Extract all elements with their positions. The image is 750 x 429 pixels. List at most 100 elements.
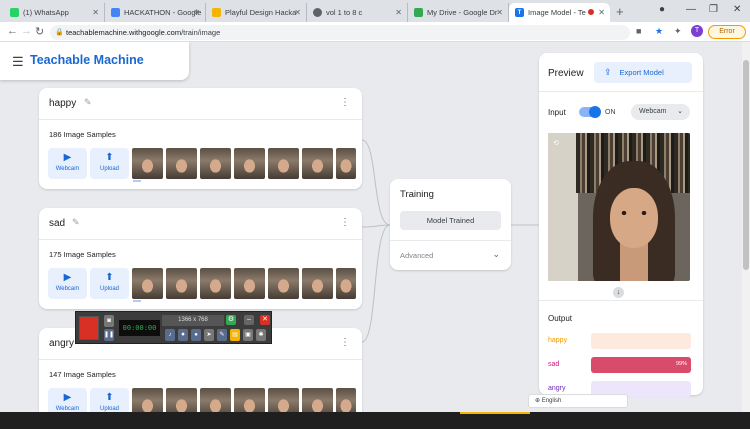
sample-thumbnail[interactable] bbox=[200, 388, 231, 412]
account-circle-icon[interactable]: ● bbox=[659, 4, 665, 15]
sample-thumbnail[interactable] bbox=[302, 148, 333, 179]
lock-icon[interactable]: ▣ bbox=[243, 329, 253, 341]
upload-icon: ⬆ bbox=[105, 272, 114, 283]
sample-thumbnail[interactable] bbox=[166, 268, 197, 299]
sample-thumbnail[interactable] bbox=[268, 148, 299, 179]
minimize-icon[interactable]: – bbox=[244, 315, 254, 325]
pencil-icon[interactable]: ✎ bbox=[84, 97, 92, 108]
export-model-button[interactable]: ⇪ Export Model bbox=[594, 62, 692, 83]
sample-thumbnail[interactable] bbox=[200, 148, 231, 179]
webcam-button[interactable]: ▶ Webcam bbox=[48, 148, 87, 179]
cursor-icon[interactable]: ➤ bbox=[204, 329, 214, 341]
class-name[interactable]: angry bbox=[49, 338, 74, 349]
sample-thumbnail[interactable] bbox=[268, 388, 299, 412]
sample-thumbnail[interactable] bbox=[166, 148, 197, 179]
extensions-icon[interactable]: ✦ bbox=[674, 26, 682, 37]
profile-avatar[interactable]: T bbox=[691, 25, 703, 37]
error-button[interactable]: Error bbox=[708, 25, 746, 39]
pencil-icon[interactable]: ✎ bbox=[72, 217, 80, 228]
camera-select-value: Webcam bbox=[639, 108, 667, 115]
input-toggle[interactable] bbox=[579, 106, 601, 118]
draw-icon[interactable]: ✎ bbox=[217, 329, 227, 341]
tab-whatsapp[interactable]: (1) WhatsApp ✕ bbox=[4, 3, 105, 22]
tab-vol[interactable]: vol 1 to 8 c ✕ bbox=[307, 3, 408, 22]
advanced-toggle[interactable]: Advanced bbox=[400, 251, 433, 260]
class-name[interactable]: happy bbox=[49, 98, 76, 109]
microphone-icon[interactable]: ⏺ bbox=[178, 329, 188, 341]
sample-thumbnail[interactable] bbox=[166, 388, 197, 412]
camera-select[interactable]: Webcam ⌄ bbox=[631, 104, 690, 120]
toggle-state: ON bbox=[605, 109, 616, 116]
sample-thumbnail[interactable] bbox=[336, 388, 356, 412]
sample-thumbnail[interactable] bbox=[336, 268, 356, 299]
more-vert-icon[interactable]: ⋮ bbox=[340, 337, 350, 348]
sample-thumbnail[interactable] bbox=[234, 388, 265, 412]
menu-icon[interactable]: ☰ bbox=[12, 54, 24, 70]
tab-playful-design[interactable]: Playful Design Hacka ✕ bbox=[206, 3, 307, 22]
sample-thumbnail[interactable] bbox=[234, 148, 265, 179]
webcam-button[interactable]: ▶ Webcam bbox=[48, 268, 87, 299]
sample-thumbnail[interactable] bbox=[132, 388, 163, 412]
webcam-button[interactable]: ▶ Webcam bbox=[48, 388, 87, 412]
reload-icon[interactable]: ↻ bbox=[35, 25, 44, 38]
close-window-icon[interactable]: ✕ bbox=[733, 4, 741, 15]
upload-button[interactable]: ⬆ Upload bbox=[90, 148, 129, 179]
close-icon[interactable]: ✕ bbox=[598, 8, 605, 17]
arrow-down-icon[interactable]: ↓ bbox=[613, 287, 624, 298]
address-toolbar: ← → ↻ 🔒 teachablemachine.withgoogle.com/… bbox=[0, 22, 750, 42]
url-host: teachablemachine.withgoogle.com bbox=[66, 28, 182, 37]
close-icon[interactable]: ✕ bbox=[260, 315, 270, 325]
upload-button[interactable]: ⬆ Upload bbox=[90, 268, 129, 299]
address-bar[interactable]: 🔒 teachablemachine.withgoogle.com/train/… bbox=[50, 25, 630, 40]
recording-icon bbox=[588, 9, 594, 15]
teachable-machine-icon: T bbox=[515, 8, 524, 17]
more-vert-icon[interactable]: ⋮ bbox=[340, 97, 350, 108]
sample-thumbnail[interactable] bbox=[132, 148, 163, 179]
class-name[interactable]: sad bbox=[49, 218, 65, 229]
sample-thumbnail[interactable] bbox=[234, 268, 265, 299]
sample-thumbnail[interactable] bbox=[336, 148, 356, 179]
settings-icon[interactable]: ⚙ bbox=[226, 315, 236, 325]
record-button[interactable] bbox=[79, 316, 99, 340]
close-icon[interactable]: ✕ bbox=[496, 8, 503, 17]
app-title[interactable]: Teachable Machine bbox=[30, 53, 144, 67]
upload-button[interactable]: ⬆ Upload bbox=[90, 388, 129, 412]
flip-camera-icon[interactable]: ⟲ bbox=[553, 139, 559, 147]
sample-thumbnail[interactable] bbox=[268, 268, 299, 299]
back-icon[interactable]: ← bbox=[7, 25, 18, 37]
star-icon[interactable]: ★ bbox=[655, 26, 663, 37]
camera-icon[interactable]: ◙ bbox=[104, 315, 114, 327]
minimize-icon[interactable]: — bbox=[686, 4, 696, 15]
tab-label: HACKATHON - Google bbox=[124, 8, 202, 17]
tab-my-drive[interactable]: My Drive - Google Dr ✕ bbox=[408, 3, 509, 22]
webcam-icon[interactable]: ● bbox=[191, 329, 201, 341]
forward-icon[interactable]: → bbox=[21, 25, 32, 37]
tab-image-model[interactable]: T Image Model - Te ✕ bbox=[509, 3, 610, 22]
folder-icon[interactable]: ▤ bbox=[230, 329, 240, 341]
sample-thumbnail[interactable] bbox=[200, 268, 231, 299]
chevron-down-icon[interactable]: ⌄ bbox=[492, 249, 500, 260]
divider bbox=[39, 239, 362, 240]
thumbnail-scrollbar[interactable] bbox=[133, 300, 141, 302]
close-icon[interactable]: ✕ bbox=[395, 8, 402, 17]
close-icon[interactable]: ✕ bbox=[294, 8, 301, 17]
close-icon[interactable]: ✕ bbox=[193, 8, 200, 17]
pause-icon[interactable]: ❚❚ bbox=[104, 329, 114, 341]
close-icon[interactable]: ✕ bbox=[92, 8, 99, 17]
speaker-icon[interactable]: ♪ bbox=[165, 329, 175, 341]
sample-thumbnail[interactable] bbox=[302, 268, 333, 299]
maximize-icon[interactable]: ❐ bbox=[709, 4, 718, 15]
new-tab-button[interactable]: + bbox=[616, 4, 624, 19]
gear-icon[interactable]: ✱ bbox=[256, 329, 266, 341]
sample-thumbnail[interactable] bbox=[132, 268, 163, 299]
tab-hackathon[interactable]: HACKATHON - Google ✕ bbox=[105, 3, 206, 22]
more-vert-icon[interactable]: ⋮ bbox=[340, 217, 350, 228]
thumbnail-scrollbar[interactable] bbox=[133, 180, 141, 182]
camera-icon[interactable]: ■ bbox=[636, 26, 641, 36]
tab-label: vol 1 to 8 c bbox=[326, 8, 363, 17]
train-model-button[interactable]: Model Trained bbox=[400, 211, 501, 230]
page-scrollbar-thumb[interactable] bbox=[743, 60, 749, 270]
sample-thumbnail[interactable] bbox=[302, 388, 333, 412]
browser-tab-strip: (1) WhatsApp ✕ HACKATHON - Google ✕ Playfu… bbox=[0, 0, 750, 22]
language-select[interactable]: ⊕ English bbox=[528, 394, 628, 408]
